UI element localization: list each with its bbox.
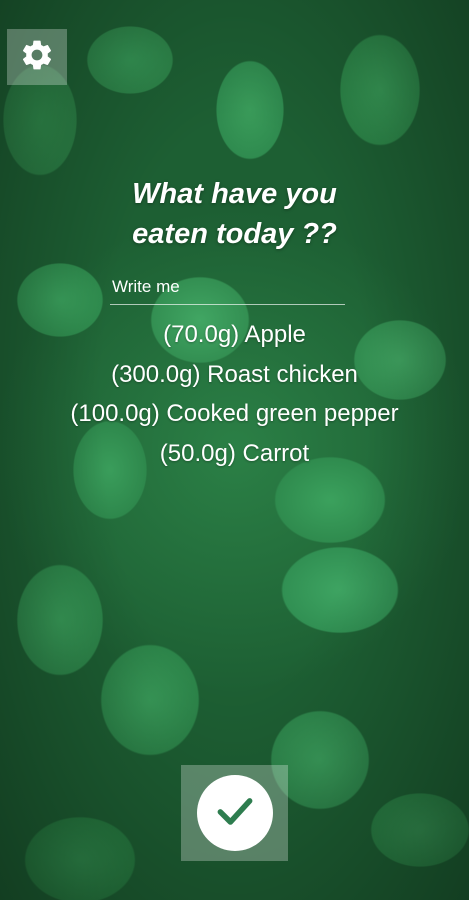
food-input-container [110,272,349,305]
page-title-line-2: eaten today ?? [132,218,337,250]
confirm-button[interactable] [181,765,288,861]
food-input[interactable] [110,272,349,302]
settings-button[interactable] [7,29,67,85]
confirm-circle [196,775,273,851]
checkmark-icon [213,789,257,838]
food-list-item[interactable]: (300.0g) Roast chicken [0,355,469,395]
gear-icon [19,37,55,78]
food-list-item[interactable]: (70.0g) Apple [0,315,469,355]
page-title-line-1: What have you [132,178,337,210]
food-list: (70.0g) Apple (300.0g) Roast chicken (10… [0,315,469,473]
page-title: What have you eaten today ?? [0,174,469,254]
food-list-item[interactable]: (100.0g) Cooked green pepper [0,394,469,434]
food-list-item[interactable]: (50.0g) Carrot [0,434,469,474]
